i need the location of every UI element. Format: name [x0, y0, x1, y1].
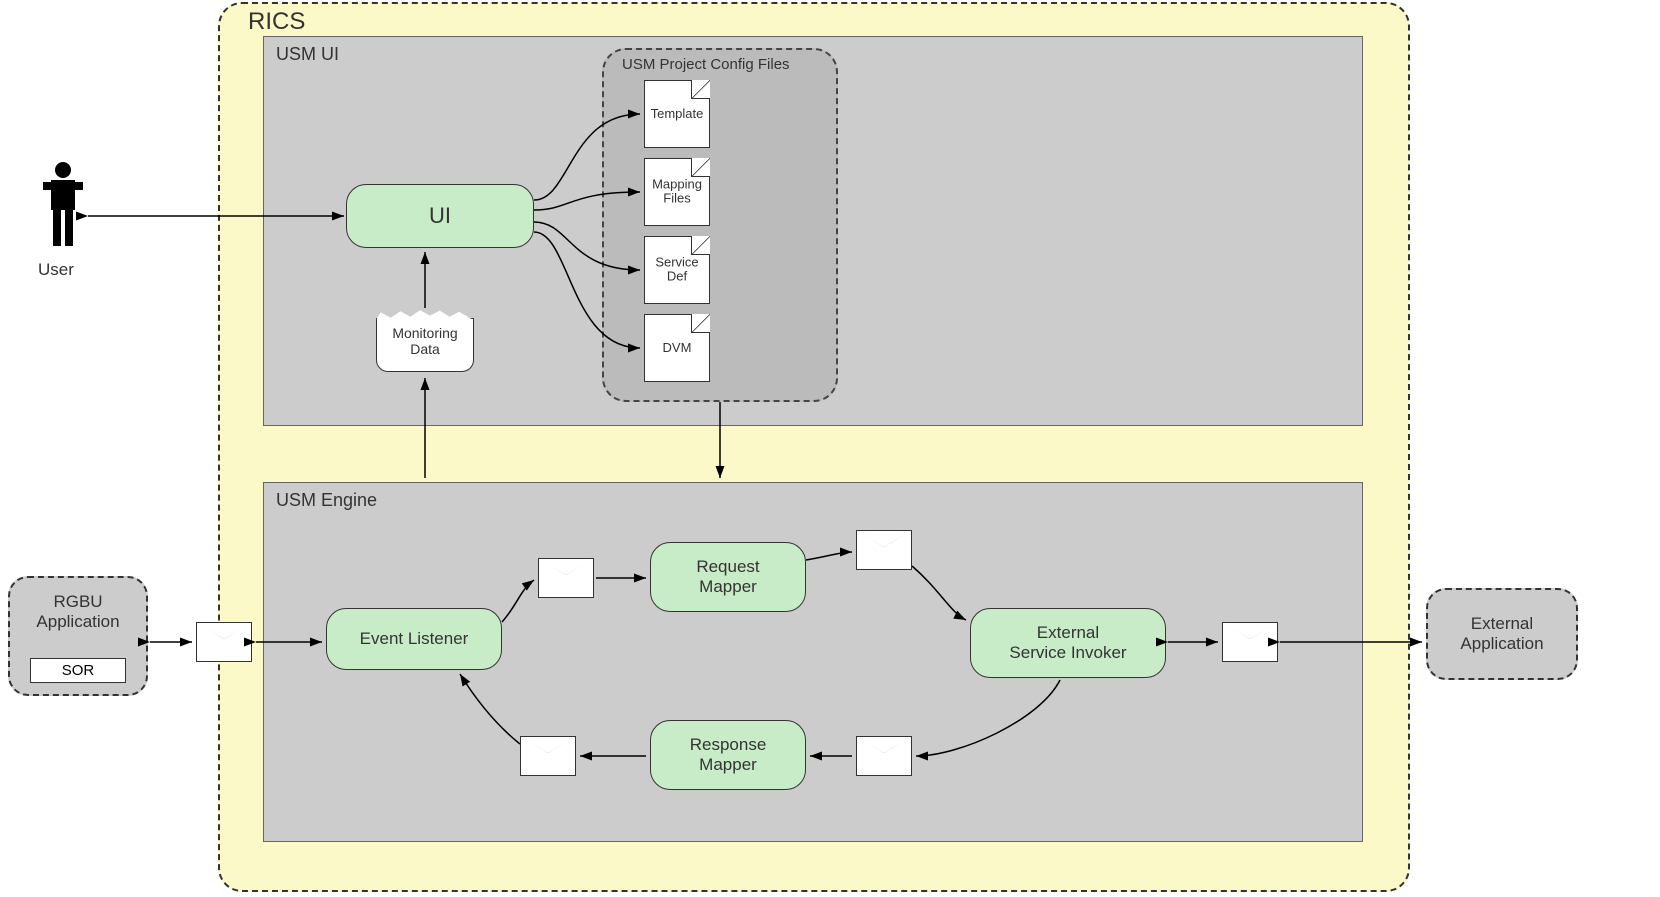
external-service-invoker-node: External Service Invoker: [970, 608, 1166, 678]
rgbu-label: RGBU Application: [20, 592, 136, 632]
envelope-req-out-icon: [856, 530, 912, 570]
response-mapper-node: Response Mapper: [650, 720, 806, 790]
file-dvm-label: DVM: [645, 341, 709, 355]
envelope-right-icon: [1222, 622, 1278, 662]
file-mapping: Mapping Files: [644, 158, 710, 226]
request-mapper-node: Request Mapper: [650, 542, 806, 612]
event-listener-node: Event Listener: [326, 608, 502, 670]
monitoring-data-node: Monitoring Data: [376, 318, 474, 372]
file-servicedef-label: Service Def: [645, 256, 709, 285]
envelope-req-in-icon: [538, 558, 594, 598]
file-dvm: DVM: [644, 314, 710, 382]
external-application-box: External Application: [1426, 588, 1578, 680]
file-mapping-label: Mapping Files: [645, 178, 709, 207]
file-servicedef: Service Def: [644, 236, 710, 304]
ui-node: UI: [346, 184, 534, 248]
file-template-label: Template: [645, 107, 709, 121]
usm-engine-label: USM Engine: [276, 490, 377, 511]
envelope-left-icon: [196, 622, 252, 662]
user-icon: [42, 160, 84, 250]
config-files-label: USM Project Config Files: [622, 56, 790, 73]
user-label: User: [38, 260, 74, 280]
envelope-resp-in-icon: [856, 736, 912, 776]
config-files-container: [602, 48, 838, 402]
sor-box: SOR: [30, 658, 126, 683]
usm-ui-label: USM UI: [276, 44, 339, 65]
file-template: Template: [644, 80, 710, 148]
rics-label: RICS: [248, 8, 305, 36]
envelope-resp-out-icon: [520, 736, 576, 776]
external-app-label: External Application: [1460, 614, 1543, 654]
